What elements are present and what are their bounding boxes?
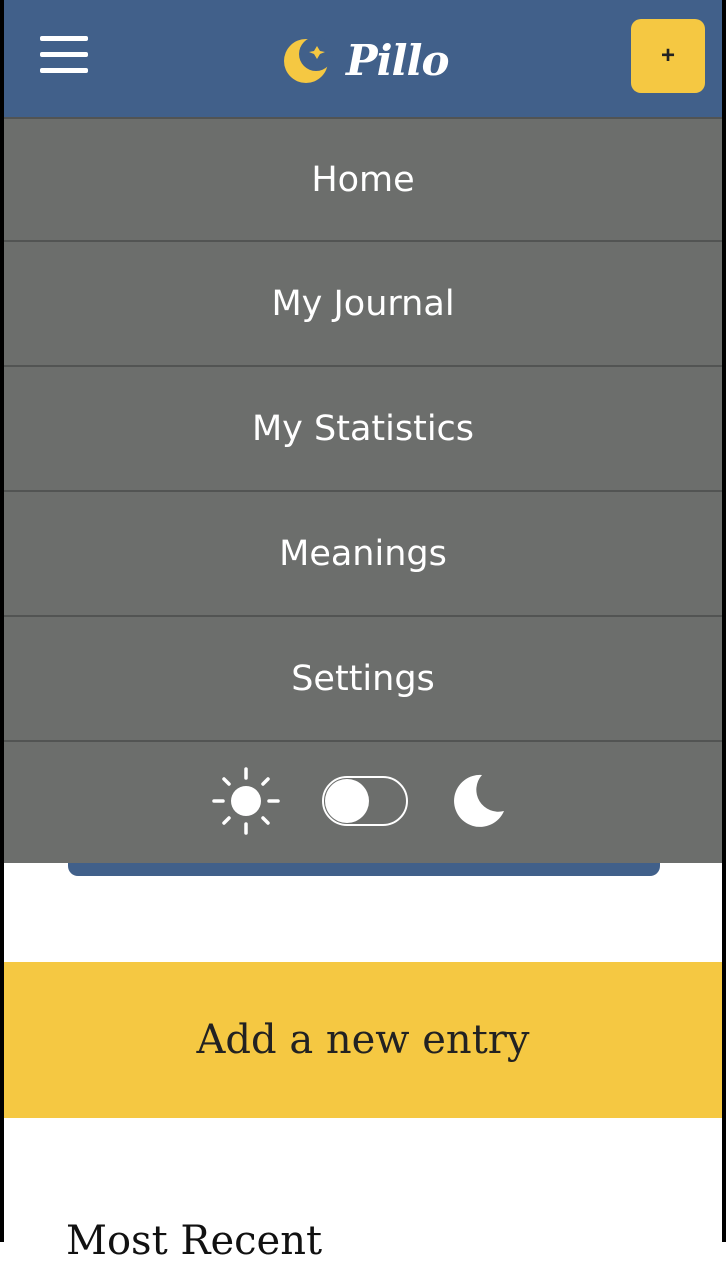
app-logo[interactable]: Pillo bbox=[280, 28, 449, 92]
add-entry-header-button[interactable]: + bbox=[631, 19, 705, 93]
moon-icon bbox=[454, 774, 504, 827]
menu-item-settings[interactable]: Settings bbox=[4, 617, 722, 742]
logo-text: Pillo bbox=[346, 35, 449, 85]
menu-item-meanings[interactable]: Meanings bbox=[4, 492, 722, 617]
menu-item-home[interactable]: Home bbox=[4, 117, 722, 242]
hamburger-menu-icon[interactable] bbox=[40, 30, 92, 80]
add-new-entry-button[interactable]: Add a new entry bbox=[4, 962, 722, 1118]
most-recent-heading: Most Recent bbox=[66, 1218, 323, 1264]
toggle-knob bbox=[325, 779, 369, 823]
moon-star-logo-icon bbox=[284, 37, 333, 83]
menu-item-my-statistics[interactable]: My Statistics bbox=[4, 367, 722, 492]
dark-mode-toggle[interactable] bbox=[322, 776, 408, 826]
app-header: Pillo + bbox=[4, 0, 722, 117]
theme-switcher bbox=[4, 742, 722, 860]
sun-icon bbox=[212, 767, 280, 835]
menu-item-my-journal[interactable]: My Journal bbox=[4, 242, 722, 367]
navigation-menu: Home My Journal My Statistics Meanings S… bbox=[4, 117, 722, 863]
